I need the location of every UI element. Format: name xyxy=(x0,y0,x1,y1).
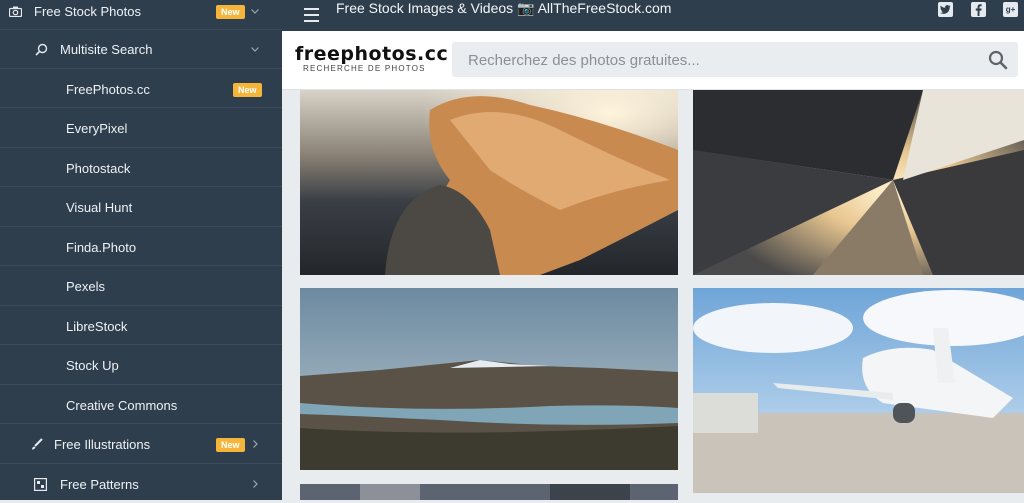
sidebar-item-label: Finda.Photo xyxy=(66,240,137,255)
chevron-down-icon xyxy=(248,4,262,18)
photo-landscape-lakes[interactable] xyxy=(300,288,678,470)
sidebar-item-free-patterns[interactable]: Free Patterns xyxy=(0,464,282,503)
sidebar-item-pexels[interactable]: Pexels xyxy=(0,267,282,306)
sidebar-item-librestock[interactable]: LibreStock xyxy=(0,306,282,345)
sidebar-item-multisite-search[interactable]: Multisite Search xyxy=(0,30,282,69)
twitter-icon[interactable] xyxy=(938,2,953,17)
photo-hair-in-wind[interactable] xyxy=(300,90,678,275)
freephotos-logo[interactable]: freephotos.cc RECHERCHE DE PHOTOS xyxy=(295,43,448,73)
pattern-icon xyxy=(33,477,47,491)
sidebar-item-label: Free Illustrations xyxy=(54,437,151,452)
facebook-icon[interactable] xyxy=(971,2,986,17)
sidebar-item-label: EveryPixel xyxy=(66,121,128,136)
sidebar-item-photostack[interactable]: Photostack xyxy=(0,148,282,187)
site-header: freephotos.cc RECHERCHE DE PHOTOS xyxy=(282,31,1024,90)
search-input[interactable] xyxy=(466,42,970,79)
sidebar-item-label: Pexels xyxy=(66,279,106,294)
hamburger-menu-icon[interactable] xyxy=(304,8,319,22)
search-icon[interactable] xyxy=(988,50,1008,70)
brush-icon xyxy=(30,437,44,451)
sidebar-item-label: Visual Hunt xyxy=(66,200,133,215)
sidebar-item-creative-commons[interactable]: Creative Commons xyxy=(0,385,282,424)
sidebar-item-label: Photostack xyxy=(66,161,131,176)
top-bar: Free Stock Images & Videos 📷 AllTheFreeS… xyxy=(282,0,1024,31)
new-badge: New xyxy=(216,5,245,19)
search-bar xyxy=(452,42,1018,79)
sidebar-item-free-illustrations[interactable]: Free Illustrations New xyxy=(0,425,282,464)
chevron-down-icon xyxy=(248,42,262,56)
google-plus-icon[interactable]: g+ xyxy=(1003,2,1018,17)
logo-subtitle: RECHERCHE DE PHOTOS xyxy=(303,64,426,73)
sidebar-item-visual-hunt[interactable]: Visual Hunt xyxy=(0,188,282,227)
camera-icon xyxy=(8,4,22,18)
sidebar-item-finda-photo[interactable]: Finda.Photo xyxy=(0,227,282,266)
photo-train-platform[interactable] xyxy=(693,90,1024,275)
sidebar-item-stock-up[interactable]: Stock Up xyxy=(0,346,282,385)
sidebar-item-label: FreePhotos.cc xyxy=(66,82,150,97)
sidebar-item-label: Multisite Search xyxy=(60,42,153,57)
sidebar: Free Stock Photos New Multisite Search F… xyxy=(0,0,282,500)
site-title[interactable]: Free Stock Images & Videos 📷 AllTheFreeS… xyxy=(336,0,671,17)
sidebar-item-everypixel[interactable]: EveryPixel xyxy=(0,109,282,148)
new-badge: New xyxy=(216,438,245,452)
chevron-right-icon xyxy=(248,477,262,491)
sidebar-item-freephotos[interactable]: FreePhotos.cc New xyxy=(0,69,282,108)
sidebar-item-label: Free Stock Photos xyxy=(34,4,141,19)
chevron-right-icon xyxy=(248,437,262,451)
sidebar-item-free-stock-photos[interactable]: Free Stock Photos New xyxy=(0,0,282,30)
sidebar-item-label: LibreStock xyxy=(66,319,128,334)
search-icon xyxy=(34,42,48,56)
sidebar-item-label: Free Patterns xyxy=(60,477,139,492)
sidebar-item-label: Stock Up xyxy=(66,358,119,373)
photo-partial-next[interactable] xyxy=(300,484,678,500)
photo-airplane[interactable] xyxy=(693,288,1024,493)
new-badge: New xyxy=(233,83,262,97)
sidebar-item-label: Creative Commons xyxy=(66,398,178,413)
logo-main-text: freephotos.cc xyxy=(295,43,449,65)
